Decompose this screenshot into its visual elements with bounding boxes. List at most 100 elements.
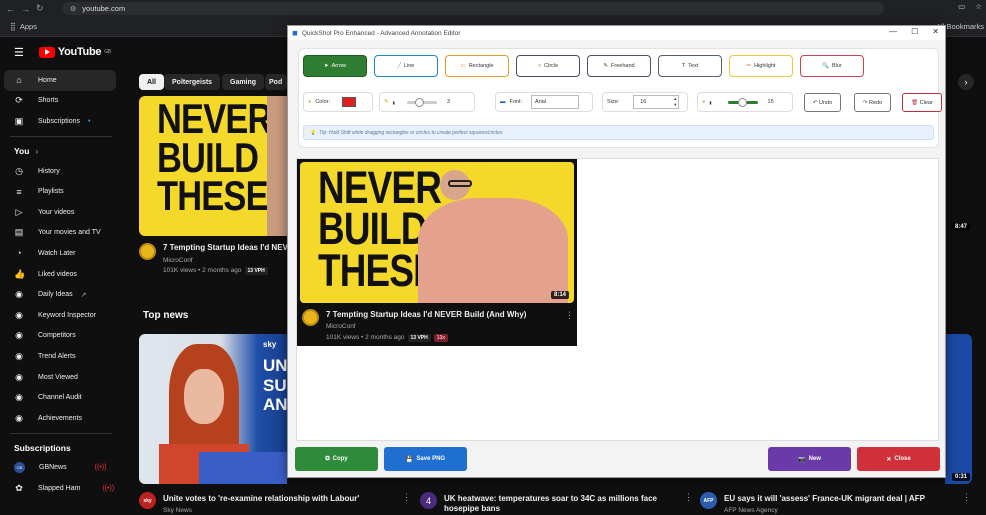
card-channel: MicroConf — [326, 323, 356, 330]
color-swatch[interactable] — [342, 97, 356, 107]
sidebar-you-header[interactable]: You › — [0, 141, 122, 161]
sidebar-item-subscriptions[interactable]: ▣ Subscriptions • — [0, 111, 122, 132]
clear-label: Clear — [919, 99, 933, 106]
sidebar-item-playlists[interactable]: ≡ Playlists — [0, 181, 122, 202]
stroke-slider[interactable] — [406, 97, 437, 107]
new-button[interactable]: 📷 New — [768, 447, 851, 471]
clear-button[interactable]: 🗑 Clear — [902, 93, 942, 112]
news-title[interactable]: UK heatwave: temperatures soar to 34C as… — [444, 494, 684, 515]
trend-icon: ◉ — [15, 350, 23, 361]
highlight-icon: ✏ — [746, 63, 752, 69]
tool-blur-button[interactable]: 🔍 Blur — [800, 55, 864, 77]
video-stats: 101K views • 2 months ago — [163, 267, 242, 274]
maximize-icon[interactable]: ☐ — [911, 27, 918, 36]
channel-avatar: ✿ — [15, 482, 23, 493]
chip-all[interactable]: All — [139, 74, 164, 90]
sidebar-item-liked[interactable]: 👍 Liked videos — [0, 264, 122, 285]
sidebar-item-movies[interactable]: ▤ Your movies and TV — [0, 223, 122, 244]
tool-text-button[interactable]: T Text — [658, 55, 722, 77]
subscriptions-header: Subscriptions — [14, 442, 71, 453]
more-icon[interactable]: ⋮ — [962, 492, 971, 503]
more-icon[interactable]: ⋮ — [684, 492, 693, 503]
menu-icon[interactable]: ☰ — [14, 46, 24, 59]
redo-button[interactable]: ↷ Redo — [854, 93, 891, 112]
apps-icon[interactable]: ⣿ — [10, 22, 16, 31]
sky-news-avatar[interactable]: sky — [139, 492, 156, 509]
audit-icon: ◉ — [15, 392, 23, 403]
chip-poltergeists[interactable]: Poltergeists — [164, 74, 221, 90]
minimize-icon[interactable]: — — [889, 27, 897, 36]
tool-highlight-button[interactable]: ✏ Highlight — [729, 55, 793, 77]
save-png-button[interactable]: 💾 Save PNG — [384, 447, 467, 471]
freehand-icon: ✎ — [603, 63, 609, 69]
news-thumbnail[interactable]: sky UNI SUS ANG — [139, 334, 287, 484]
copy-button[interactable]: ⧉ Copy — [295, 447, 378, 471]
afp-avatar[interactable]: AFP — [700, 492, 717, 509]
slider-knob[interactable] — [414, 97, 424, 107]
chip-pod[interactable]: Pod — [265, 74, 287, 90]
sidebar-item-trend-alerts[interactable]: ◉ Trend Alerts — [0, 346, 122, 367]
playlists-icon: ≡ — [16, 186, 22, 197]
annotation-canvas[interactable]: NEVER BUILD THESE 8:14 7 Tempting Startu… — [296, 158, 939, 441]
sidebar-item-channel-audit[interactable]: ◉ Channel Audit — [0, 387, 122, 408]
sidebar-item-watch-later[interactable]: ◔ Watch Later — [0, 243, 122, 264]
reload-icon[interactable]: ↻ — [36, 3, 44, 14]
news-title[interactable]: EU says it will 'assess' France-UK migra… — [724, 494, 925, 503]
cast-icon[interactable]: ▭ — [958, 2, 965, 11]
tool-line-button[interactable]: ╱ Line — [374, 55, 438, 77]
video-channel[interactable]: MicroConf — [163, 257, 193, 264]
news-channel[interactable]: Sky News — [163, 507, 192, 514]
editor-title: QuickShot Pro Enhanced - Advanced Annota… — [301, 29, 461, 37]
video-title[interactable]: 7 Tempting Startup Ideas I'd NEVER — [163, 243, 288, 252]
sidebar-item-history[interactable]: ◷ History — [0, 161, 122, 182]
sidebar-item-daily-ideas[interactable]: ◉ Daily Ideas ↗ — [0, 284, 122, 305]
subscription-slapped-ham[interactable]: ✿ Slapped Ham ((•)) — [0, 478, 122, 499]
stroke-hint: ▮ — [392, 99, 395, 105]
sidebar-item-keyword-inspector[interactable]: ◉ Keyword Inspector — [0, 305, 122, 326]
sidebar-item-home[interactable]: ⌂ Home — [4, 70, 116, 91]
tool-freehand-button[interactable]: ✎ Freehand — [587, 55, 651, 77]
chip-gaming[interactable]: Gaming — [222, 74, 265, 90]
vph-badge: 13 VPH — [407, 334, 431, 342]
news-title[interactable]: Unite votes to 're-examine relationship … — [163, 494, 359, 503]
subscription-gbnews[interactable]: GB GBNews ((•)) — [0, 458, 122, 479]
new-dot: • — [88, 117, 91, 125]
tool-arrow-button[interactable]: ➤ Arrow — [303, 55, 367, 77]
opacity-slider[interactable] — [727, 97, 758, 107]
more-icon[interactable]: ⋮ — [402, 492, 411, 503]
video-thumbnail[interactable]: NEVER BUILD THESE — [139, 96, 287, 236]
live-icon: ((•)) — [102, 484, 115, 492]
sidebar-item-achievements[interactable]: ◉ Achievements — [0, 408, 122, 429]
tool-circle-button[interactable]: ○ Circle — [516, 55, 580, 77]
channel-avatar[interactable] — [139, 243, 156, 260]
apps-bookmark[interactable]: Apps — [20, 22, 37, 31]
sidebar-item-shorts[interactable]: ⟳ Shorts — [0, 91, 122, 112]
tool-rectangle-button[interactable]: ▭ Rectangle — [445, 55, 509, 77]
slider-knob[interactable] — [737, 97, 747, 107]
chips-next-icon[interactable]: › — [958, 74, 974, 90]
sidebar-item-competitors[interactable]: ◉ Competitors — [0, 326, 122, 347]
forward-icon[interactable]: → — [21, 4, 30, 14]
sidebar-item-your-videos[interactable]: ▷ Your videos — [0, 202, 122, 223]
undo-button[interactable]: ↶ Undo — [804, 93, 841, 112]
font-select[interactable]: Arial — [531, 95, 580, 109]
close-window-icon[interactable]: ✕ — [932, 27, 939, 36]
news-thumbnail[interactable] — [945, 334, 972, 484]
news-banner — [199, 452, 287, 484]
back-icon[interactable]: ← — [6, 4, 15, 14]
redo-label: Redo — [868, 99, 883, 106]
tool-label: Freehand — [611, 63, 635, 69]
sidebar-item-most-viewed[interactable]: ◉ Most Viewed — [0, 367, 122, 388]
channel4-avatar[interactable]: 4 — [420, 492, 437, 509]
youtube-logo[interactable]: YouTube GB — [38, 46, 111, 58]
address-bar[interactable]: ⚙ youtube.com — [62, 2, 884, 15]
color-control: ◕ Color: — [303, 92, 373, 112]
site-info-icon[interactable]: ⚙ — [70, 5, 76, 13]
glasses-icon — [448, 180, 472, 187]
subscriptions-icon: ▣ — [14, 115, 24, 126]
close-button[interactable]: ✕ Close — [857, 447, 940, 471]
bookmark-star-icon[interactable]: ☆ — [975, 2, 982, 11]
size-stepper[interactable]: 16 ▲ ▼ — [633, 95, 680, 109]
stepper-arrows-icon[interactable]: ▲ ▼ — [673, 96, 677, 108]
news-channel[interactable]: AFP News Agency — [724, 507, 778, 514]
